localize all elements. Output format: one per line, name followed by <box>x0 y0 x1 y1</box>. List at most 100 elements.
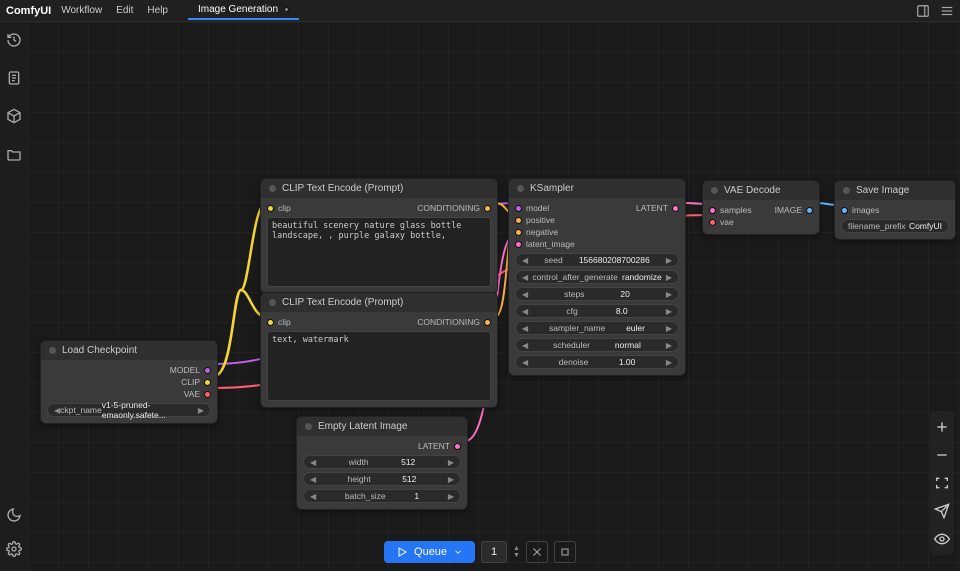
node-title: KSampler <box>530 183 574 194</box>
menu-help[interactable]: Help <box>147 5 168 16</box>
port-dot[interactable] <box>204 367 211 374</box>
bottom-bar: Queue 1 ▲▼ <box>384 541 576 563</box>
denoise-widget[interactable]: ◀denoise1.00▶ <box>515 355 679 369</box>
port-model-in: model <box>526 203 549 213</box>
node-save-image[interactable]: Save Image images filename_prefixComfyUI <box>834 180 956 240</box>
close-icon <box>531 546 543 558</box>
port-vae-in: vae <box>720 217 734 227</box>
batch-size-widget[interactable]: ◀batch_size1▶ <box>303 489 461 503</box>
node-title: VAE Decode <box>724 185 781 196</box>
port-dot[interactable] <box>709 207 716 214</box>
node-load-checkpoint[interactable]: Load Checkpoint MODEL CLIP VAE ◀ckpt_nam… <box>40 340 218 424</box>
port-images-in: images <box>852 205 879 215</box>
play-icon <box>396 546 408 558</box>
port-vae-out: VAE <box>184 389 200 399</box>
port-clip-in: clip <box>278 317 291 327</box>
queue-count-stepper[interactable]: ▲▼ <box>513 545 520 559</box>
node-header[interactable]: CLIP Text Encode (Prompt) <box>261 293 497 312</box>
history-icon[interactable] <box>6 32 22 48</box>
filename-prefix-widget[interactable]: filename_prefixComfyUI <box>841 219 949 233</box>
port-samples-in: samples <box>720 205 752 215</box>
node-title: CLIP Text Encode (Prompt) <box>282 183 403 194</box>
tab-image-generation[interactable]: Image Generation <box>188 1 299 20</box>
prompt-textarea[interactable]: text, watermark <box>267 331 491 401</box>
port-dot[interactable] <box>267 319 274 326</box>
port-dot[interactable] <box>515 217 522 224</box>
node-header[interactable]: Empty Latent Image <box>297 417 467 436</box>
hamburger-icon[interactable] <box>940 4 954 18</box>
settings-icon[interactable] <box>6 541 22 557</box>
scheduler-widget[interactable]: ◀schedulernormal▶ <box>515 338 679 352</box>
node-title: CLIP Text Encode (Prompt) <box>282 297 403 308</box>
stop-button[interactable] <box>554 541 576 563</box>
port-dot[interactable] <box>515 241 522 248</box>
chevron-down-icon <box>453 547 463 557</box>
seed-widget[interactable]: ◀seed156680208700286▶ <box>515 253 679 267</box>
notes-icon[interactable] <box>6 70 22 86</box>
port-dot[interactable] <box>806 207 813 214</box>
stop-icon <box>559 546 571 558</box>
port-latent-out: LATENT <box>636 203 668 213</box>
node-header[interactable]: KSampler <box>509 179 685 198</box>
height-widget[interactable]: ◀height512▶ <box>303 472 461 486</box>
port-dot[interactable] <box>267 205 274 212</box>
left-rail <box>0 22 28 571</box>
menu-edit[interactable]: Edit <box>116 5 133 16</box>
port-dot[interactable] <box>515 205 522 212</box>
port-dot[interactable] <box>484 205 491 212</box>
node-ksampler[interactable]: KSampler model LATENT positive negative l… <box>508 178 686 376</box>
port-conditioning-out: CONDITIONING <box>417 317 480 327</box>
port-clip-out: CLIP <box>181 377 200 387</box>
app-logo: ComfyUI <box>6 5 51 17</box>
port-positive-in: positive <box>526 215 555 225</box>
zoom-in-icon[interactable] <box>934 419 950 435</box>
layout-icon[interactable] <box>916 4 930 18</box>
cancel-button[interactable] <box>526 541 548 563</box>
canvas-tools <box>930 411 954 555</box>
port-dot[interactable] <box>484 319 491 326</box>
box-icon[interactable] <box>6 108 22 124</box>
port-latent-out: LATENT <box>418 441 450 451</box>
node-header[interactable]: CLIP Text Encode (Prompt) <box>261 179 497 198</box>
port-clip-in: clip <box>278 203 291 213</box>
node-header[interactable]: Load Checkpoint <box>41 341 217 360</box>
node-clip-text-encode-negative[interactable]: CLIP Text Encode (Prompt) clip CONDITION… <box>260 292 498 408</box>
locate-icon[interactable] <box>934 503 950 519</box>
port-dot[interactable] <box>515 229 522 236</box>
queue-button[interactable]: Queue <box>384 541 475 563</box>
node-clip-text-encode-positive[interactable]: CLIP Text Encode (Prompt) clip CONDITION… <box>260 178 498 294</box>
node-header[interactable]: VAE Decode <box>703 181 819 200</box>
menu-workflow[interactable]: Workflow <box>61 5 102 16</box>
node-empty-latent-image[interactable]: Empty Latent Image LATENT ◀width512▶ ◀he… <box>296 416 468 510</box>
sampler-name-widget[interactable]: ◀sampler_nameeuler▶ <box>515 321 679 335</box>
fit-view-icon[interactable] <box>934 475 950 491</box>
zoom-out-icon[interactable] <box>934 447 950 463</box>
port-dot[interactable] <box>841 207 848 214</box>
port-dot[interactable] <box>709 219 716 226</box>
node-header[interactable]: Save Image <box>835 181 955 200</box>
ckpt-name-widget[interactable]: ◀ckpt_namev1-5-pruned-emaonly.safete...▶ <box>47 403 211 417</box>
queue-count-input[interactable]: 1 <box>481 541 507 563</box>
control-after-generate-widget[interactable]: ◀control_after_generaterandomize▶ <box>515 270 679 284</box>
theme-icon[interactable] <box>6 507 22 523</box>
port-dot[interactable] <box>672 205 679 212</box>
port-dot[interactable] <box>204 379 211 386</box>
queue-label: Queue <box>414 546 447 558</box>
port-latent-in: latent_image <box>526 239 575 249</box>
node-title: Load Checkpoint <box>62 345 137 356</box>
visibility-icon[interactable] <box>934 531 950 547</box>
prompt-textarea[interactable]: beautiful scenery nature glass bottle la… <box>267 217 491 287</box>
port-dot[interactable] <box>454 443 461 450</box>
port-image-out: IMAGE <box>775 205 802 215</box>
node-vae-decode[interactable]: VAE Decode samples IMAGE vae <box>702 180 820 235</box>
port-model-out: MODEL <box>170 365 200 375</box>
tab-modified-dot <box>284 7 289 12</box>
width-widget[interactable]: ◀width512▶ <box>303 455 461 469</box>
cfg-widget[interactable]: ◀cfg8.0▶ <box>515 304 679 318</box>
folder-icon[interactable] <box>6 146 22 162</box>
port-dot[interactable] <box>204 391 211 398</box>
steps-widget[interactable]: ◀steps20▶ <box>515 287 679 301</box>
port-negative-in: negative <box>526 227 558 237</box>
node-title: Empty Latent Image <box>318 421 408 432</box>
node-canvas[interactable]: Load Checkpoint MODEL CLIP VAE ◀ckpt_nam… <box>28 22 960 571</box>
